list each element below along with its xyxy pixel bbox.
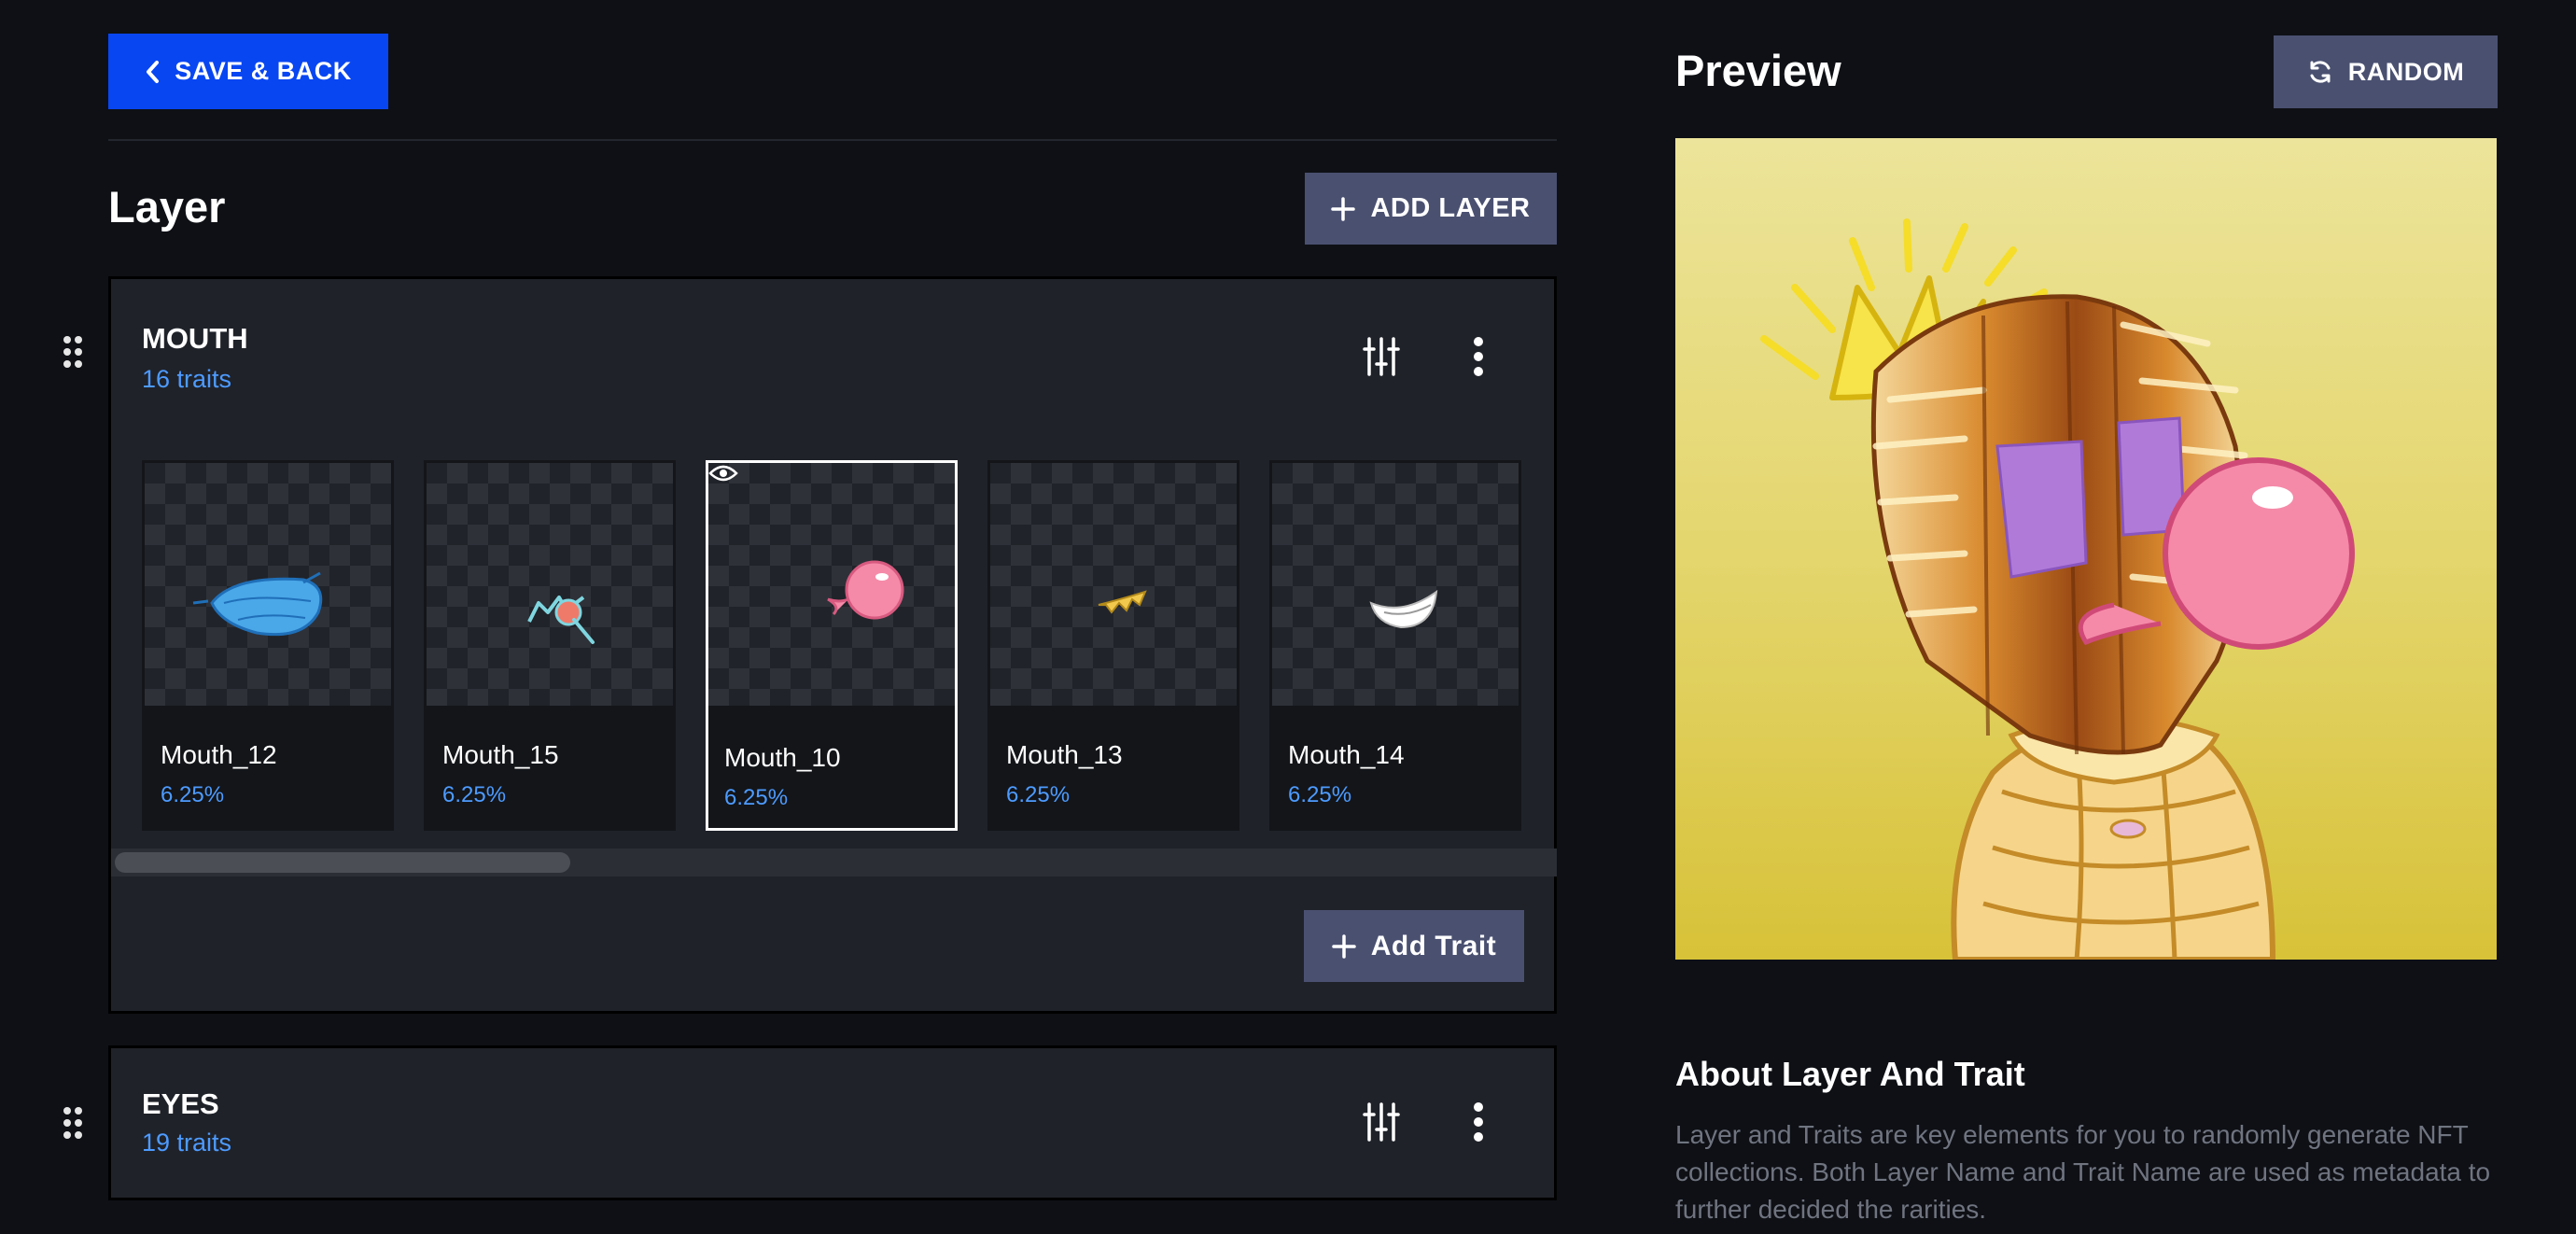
- nft-preview-image: [1675, 138, 2497, 960]
- trait-list: Mouth_12 6.25% Mouth_15 6.25% Mouth_10 6…: [142, 460, 1556, 834]
- top-divider: [108, 139, 1557, 141]
- refresh-icon: [2310, 61, 2331, 83]
- layer-trait-count: 19 traits: [142, 1129, 232, 1157]
- save-and-back-label: SAVE & BACK: [175, 57, 352, 85]
- about-description: Layer and Traits are key elements for yo…: [1675, 1120, 2491, 1224]
- layer-panel-eyes: EYES 19 traits: [108, 1045, 1557, 1200]
- trait-card[interactable]: Mouth_13 6.25%: [987, 460, 1239, 831]
- eye-icon: [708, 465, 738, 482]
- white-grin-icon: [1369, 589, 1438, 629]
- sliders-icon[interactable]: [1358, 1099, 1405, 1145]
- about-title: About Layer And Trait: [1675, 1055, 2025, 1093]
- pink-bubblegum-icon: [827, 560, 904, 620]
- drag-handle-mouth-icon[interactable]: [63, 336, 84, 370]
- layer-name: EYES: [142, 1087, 219, 1120]
- trait-rarity: 6.25%: [161, 782, 225, 807]
- trait-rarity: 6.25%: [1006, 782, 1071, 807]
- lollipop-mouth-icon: [527, 596, 595, 644]
- sliders-icon[interactable]: [1358, 333, 1405, 380]
- random-label: RANDOM: [2347, 57, 2465, 86]
- trait-thumbnail: [1272, 463, 1519, 706]
- trait-card-selected[interactable]: Mouth_10 6.25%: [706, 460, 958, 831]
- layer-name: MOUTH: [142, 322, 248, 355]
- trait-thumbnail: [427, 463, 673, 706]
- trait-card[interactable]: Mouth_14 6.25%: [1269, 460, 1521, 831]
- trait-name: Mouth_13: [1006, 740, 1123, 769]
- layer-trait-count: 16 traits: [142, 365, 232, 393]
- trait-card[interactable]: Mouth_15 6.25%: [424, 460, 676, 831]
- trait-rarity: 6.25%: [1288, 782, 1352, 807]
- chevron-left-icon: [147, 60, 160, 83]
- plus-icon: [1331, 933, 1356, 959]
- more-options-icon[interactable]: [1455, 333, 1502, 380]
- add-layer-label: ADD LAYER: [1370, 193, 1531, 223]
- trait-thumbnail: [708, 463, 955, 706]
- preview-title: Preview: [1675, 46, 1841, 95]
- trait-rarity: 6.25%: [724, 785, 789, 810]
- trait-name: Mouth_12: [161, 740, 277, 769]
- trait-thumbnail: [990, 463, 1237, 706]
- trait-name: Mouth_15: [442, 740, 559, 769]
- trait-list-scrollbar-thumb[interactable]: [115, 852, 570, 873]
- trait-name: Mouth_10: [724, 743, 841, 772]
- layer-panel-mouth: MOUTH 16 traits Mouth_12 6.25% Mouth_15 …: [108, 276, 1557, 1014]
- add-trait-button[interactable]: Add Trait: [1304, 910, 1524, 982]
- random-button[interactable]: RANDOM: [2274, 35, 2498, 108]
- trait-name: Mouth_14: [1288, 740, 1405, 769]
- add-layer-button[interactable]: ADD LAYER: [1305, 173, 1557, 245]
- trait-rarity: 6.25%: [442, 782, 507, 807]
- plus-icon: [1331, 196, 1356, 221]
- layer-section-title: Layer: [108, 182, 226, 231]
- add-trait-label: Add Trait: [1370, 930, 1497, 961]
- drag-handle-eyes-icon[interactable]: [63, 1107, 84, 1141]
- blue-face-mask-icon: [192, 571, 323, 637]
- gold-teeth-icon: [1098, 590, 1147, 614]
- save-and-back-button[interactable]: SAVE & BACK: [108, 34, 388, 109]
- trait-card[interactable]: Mouth_12 6.25%: [142, 460, 394, 831]
- more-options-icon[interactable]: [1455, 1099, 1502, 1145]
- trait-thumbnail: [145, 463, 391, 706]
